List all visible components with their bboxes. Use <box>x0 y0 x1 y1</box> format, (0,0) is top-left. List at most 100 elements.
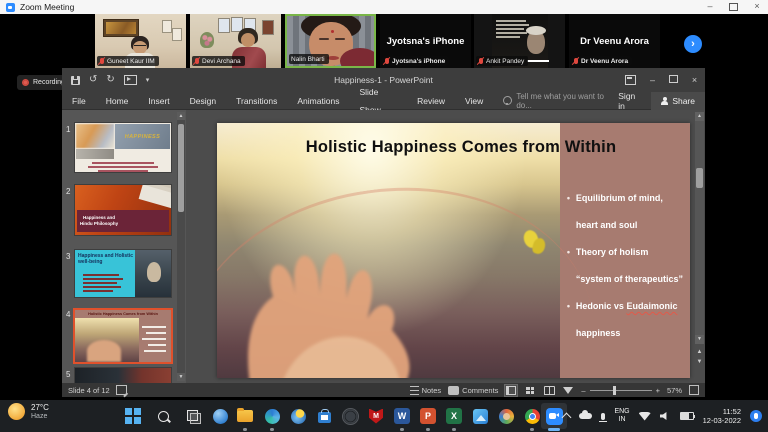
previous-slide-button[interactable]: ▲ <box>695 348 704 357</box>
start-button[interactable] <box>122 405 144 427</box>
edge-icon[interactable] <box>261 405 283 427</box>
slide-thumbnail-3[interactable]: Happiness and Holistic well-being <box>75 250 171 297</box>
search-icon[interactable] <box>152 405 174 427</box>
zoom-slider-track[interactable] <box>590 390 652 391</box>
slide-scrollbar[interactable]: ▲ ▼ <box>695 112 704 344</box>
minimize-icon[interactable]: – <box>699 0 721 13</box>
reading-view-button[interactable] <box>543 385 555 396</box>
people-icon[interactable] <box>495 405 517 427</box>
battery-icon[interactable] <box>680 412 694 420</box>
slide-thumbnail-5[interactable] <box>75 368 171 383</box>
word-icon[interactable]: W <box>391 405 413 427</box>
tab-design[interactable]: Design <box>180 92 226 110</box>
comments-toggle[interactable]: Comments <box>448 386 498 395</box>
ppt-minimize-icon[interactable]: – <box>642 75 663 85</box>
participant-name-label: Ankit Pandey <box>476 56 528 66</box>
clock[interactable]: 11:52 12-03-2022 <box>703 407 741 426</box>
onedrive-icon[interactable] <box>579 413 592 419</box>
cortana-icon[interactable] <box>209 405 231 427</box>
powerpoint-icon[interactable]: P <box>417 405 439 427</box>
scroll-down-icon[interactable]: ▼ <box>695 335 704 344</box>
sign-in-button[interactable]: Sign in <box>608 91 651 111</box>
notes-icon <box>410 386 419 395</box>
start-slideshow-icon[interactable] <box>124 75 137 85</box>
tab-transitions[interactable]: Transitions <box>226 92 287 110</box>
tab-animations[interactable]: Animations <box>287 92 349 110</box>
task-view-icon[interactable] <box>182 405 204 427</box>
weather-app-icon[interactable] <box>287 405 309 427</box>
undo-icon[interactable]: ↺ <box>89 75 97 85</box>
slideshow-view-button[interactable] <box>562 385 574 396</box>
tab-home[interactable]: Home <box>96 92 139 110</box>
microphone-tray-icon[interactable] <box>601 413 605 420</box>
running-indicator <box>426 428 430 431</box>
video-tile-nalin-active-speaker[interactable]: Nalin Bharti <box>285 14 376 68</box>
zoom-titlebar: Zoom Meeting <box>0 0 768 14</box>
excel-icon[interactable]: X <box>443 405 465 427</box>
notes-pen-icon[interactable] <box>116 385 127 395</box>
file-explorer-icon[interactable] <box>234 405 256 427</box>
video-tile-jyotsna[interactable]: Jyotsna's iPhone Jyotsna's iPhone <box>380 14 471 68</box>
slide-canvas[interactable]: Holistic Happiness Comes from Within Equ… <box>217 123 690 378</box>
scrollbar-thumb[interactable] <box>178 124 184 212</box>
scrollbar-thumb[interactable] <box>696 168 703 188</box>
tab-file[interactable]: File <box>62 92 96 110</box>
participant-display-name: Jyotsna's iPhone <box>387 36 465 47</box>
video-tile-guneet[interactable]: Guneet Kaur IIM <box>95 14 186 68</box>
tell-me-box[interactable]: Tell me what you want to do... <box>503 92 608 110</box>
zoom-out-icon[interactable]: – <box>581 386 585 395</box>
scroll-up-icon[interactable]: ▲ <box>177 112 185 120</box>
tab-view[interactable]: View <box>455 92 493 110</box>
speaker-icon[interactable] <box>660 412 671 421</box>
maximize-icon[interactable] <box>729 3 738 11</box>
thumb-number: 4 <box>66 310 70 319</box>
store-icon[interactable] <box>313 405 335 427</box>
redo-icon[interactable]: ↻ <box>106 75 114 85</box>
thumb-title: HAPPINESS <box>115 124 170 149</box>
wifi-icon[interactable] <box>639 412 651 421</box>
video-tile-veenu[interactable]: Dr Veenu Arora Dr Veenu Arora <box>569 14 660 68</box>
next-participants-button[interactable]: › <box>684 35 702 53</box>
running-indicator <box>270 428 274 431</box>
mcafee-icon[interactable]: M <box>365 405 387 427</box>
slide-thumbnail-2[interactable]: Happiness and Hindu Philosophy <box>75 185 171 235</box>
sun-icon <box>8 403 25 420</box>
zoom-in-icon[interactable]: + <box>656 386 660 395</box>
tab-review[interactable]: Review <box>407 92 455 110</box>
thumbnail-scrollbar[interactable]: ▲ ▼ <box>177 112 185 381</box>
thumb-number: 3 <box>66 252 70 261</box>
close-icon[interactable]: × <box>746 0 768 13</box>
share-button[interactable]: Share <box>651 92 705 110</box>
language-indicator[interactable]: ENG IN <box>614 408 629 424</box>
next-slide-button[interactable]: ▼ <box>695 358 704 367</box>
thumb-number: 2 <box>66 187 70 196</box>
slide-sorter-view-button[interactable] <box>524 385 536 396</box>
normal-view-button[interactable] <box>505 385 517 396</box>
scroll-up-icon[interactable]: ▲ <box>695 112 704 121</box>
weather-widget[interactable]: 27°C Haze <box>8 403 49 421</box>
fit-slide-to-window-icon[interactable] <box>689 385 699 395</box>
camera-app-icon[interactable] <box>339 405 361 427</box>
slide-thumbnail-1[interactable]: HAPPINESS <box>75 123 171 172</box>
video-tile-devi[interactable]: Devi Archana <box>190 14 281 68</box>
zoom-slider-thumb[interactable] <box>613 386 616 395</box>
hidden-icons-chevron[interactable] <box>562 413 572 423</box>
video-tile-ankit[interactable]: Ankit Pandey <box>474 14 565 68</box>
zoom-percent[interactable]: 57% <box>667 386 682 395</box>
tab-insert[interactable]: Insert <box>138 92 179 110</box>
thumb-text-line <box>144 350 166 352</box>
notifications-badge[interactable] <box>750 410 762 422</box>
customize-qat-icon[interactable]: ▾ <box>146 77 150 84</box>
save-icon[interactable] <box>71 76 80 85</box>
ppt-restore-icon[interactable] <box>663 75 684 85</box>
ppt-close-icon[interactable]: × <box>684 75 705 85</box>
slide-thumbnail-4-selected[interactable]: Holistic Happiness Comes from Within <box>75 310 171 362</box>
active-app-indicator <box>548 428 560 431</box>
chrome-icon[interactable] <box>521 405 543 427</box>
notes-toggle[interactable]: Notes <box>410 386 442 395</box>
ribbon-display-options-icon[interactable] <box>625 75 636 85</box>
photos-icon[interactable] <box>469 405 491 427</box>
participant-lips <box>327 56 339 60</box>
zoom-slider[interactable]: – + <box>581 386 660 395</box>
scroll-down-icon[interactable]: ▼ <box>177 373 185 381</box>
